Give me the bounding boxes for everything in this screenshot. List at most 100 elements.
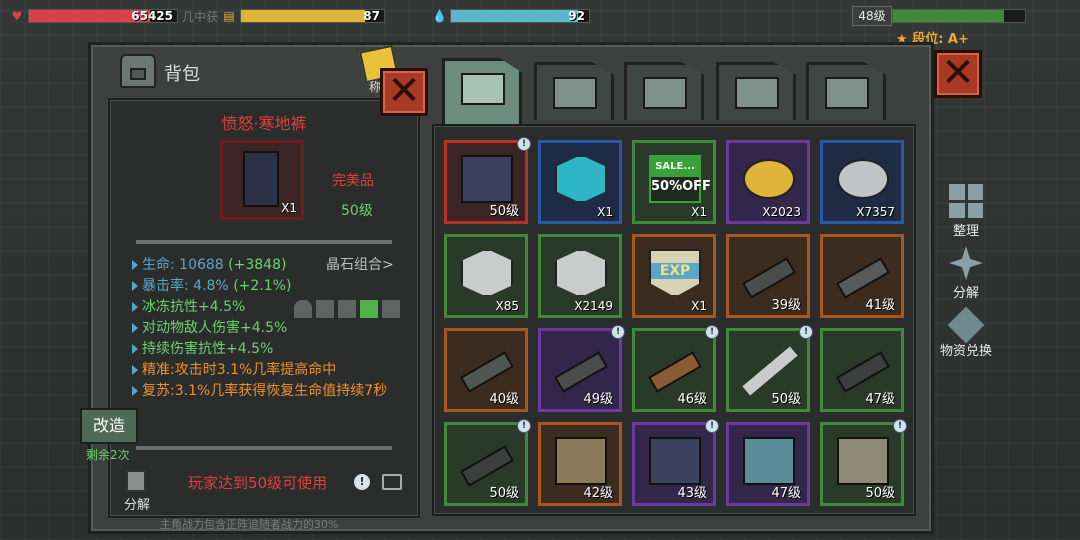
tab-weapons[interactable] <box>716 62 796 120</box>
level-requirement: 玩家达到50级可使用 <box>188 474 328 492</box>
slot-label: 50级 <box>865 486 895 501</box>
slot-label: 43级 <box>677 486 707 501</box>
bullet-icon <box>132 260 138 270</box>
backpack-icon <box>461 73 505 105</box>
slot-label: 47级 <box>771 486 801 501</box>
gun-icon <box>735 77 779 109</box>
inventory-slot[interactable]: 47级 <box>820 328 904 412</box>
sale-coupon-icon: SALE... 50%OFF <box>649 155 711 203</box>
bullet-icon <box>132 386 138 396</box>
inventory-slot[interactable]: X85 <box>444 234 528 318</box>
stat-row: 复苏:3.1%几率获得恢复生命值持续7秒 <box>132 380 387 400</box>
inventory-slot[interactable]: EXP X1 <box>632 234 716 318</box>
hp-label-fragment: 几中获 <box>182 9 219 24</box>
sort-button[interactable]: 整理 <box>936 184 996 239</box>
decompose-button[interactable]: 分解 <box>936 246 996 301</box>
slot-label: 50级 <box>489 204 519 219</box>
stat-row: 持续伤害抗性+4.5% <box>132 338 273 358</box>
unlock-icon[interactable] <box>382 474 402 490</box>
ak-rifle-icon <box>647 351 703 393</box>
stat-label: 冰冻抗性+4.5% <box>142 299 246 315</box>
inventory-slot[interactable]: 50级! <box>726 325 813 412</box>
crossbow-icon <box>741 257 797 299</box>
stats-divider-top <box>136 240 392 244</box>
tab-medical[interactable] <box>534 62 614 120</box>
stat-row: 对动物敌人伤害+4.5% <box>132 317 287 337</box>
rifle-icon <box>459 351 515 393</box>
eagle-badge-icon <box>461 249 513 297</box>
food-fill <box>241 10 366 22</box>
inventory-slot[interactable]: X2023 <box>726 140 810 224</box>
exchange-label: 物资兑换 <box>939 344 992 359</box>
tab-backpack[interactable] <box>442 58 522 124</box>
slot-label: 40级 <box>489 392 519 407</box>
bullet-icon <box>132 302 138 312</box>
slot-label: 39级 <box>771 298 801 313</box>
heart-icon: ♥ <box>11 9 23 23</box>
trash-icon[interactable] <box>126 470 146 492</box>
new-badge-icon: ! <box>517 419 531 433</box>
sort-label: 整理 <box>952 224 979 239</box>
set-pieces <box>294 300 404 322</box>
stat-row: 冰冻抗性+4.5% <box>132 296 245 316</box>
panel-close-button[interactable]: ✕ <box>934 50 982 98</box>
exchange-button[interactable]: 物资兑换 <box>936 306 996 359</box>
decompose-side-label: 分解 <box>952 286 979 301</box>
info-icon[interactable]: ! <box>354 474 370 490</box>
item-name: 愤怒·寒地裤 <box>221 114 307 133</box>
remodel-button[interactable]: 改造 <box>80 408 138 444</box>
discount-label: 50%OFF <box>651 179 711 194</box>
water-bar: 💧 92 <box>432 6 590 26</box>
inventory-slot[interactable]: SALE... 50%OFF X1 <box>632 140 716 224</box>
tab-food[interactable] <box>624 62 704 120</box>
stat-value: 4.8% <box>193 278 229 294</box>
new-badge-icon: ! <box>517 137 531 151</box>
stat-bonus: (+2.1%) <box>228 278 292 294</box>
gold-coin-icon <box>743 159 795 199</box>
inventory-slot[interactable]: 50级! <box>444 419 531 506</box>
inventory-slot[interactable]: 46级! <box>632 325 719 412</box>
flashlight-gun-icon <box>835 351 891 393</box>
crossbow-icon <box>553 351 609 393</box>
water-value: 92 <box>568 9 585 23</box>
stat-label: 暴击率: <box>142 278 194 294</box>
vest-icon <box>338 300 356 318</box>
inventory-slot[interactable]: 43级! <box>632 419 719 506</box>
inventory-slot[interactable]: 50级! <box>444 137 531 224</box>
slot-label: X1 <box>691 205 707 219</box>
detail-close-button[interactable]: ✕ <box>380 68 428 116</box>
gem-combo-link[interactable]: 晶石组合> <box>326 254 394 274</box>
stat-label: 生命: <box>142 257 180 273</box>
stat-row: 精准:攻击时3.1%几率提高命中 <box>132 359 336 379</box>
inventory-slot[interactable]: 50级! <box>820 419 907 506</box>
boots-icon <box>555 437 607 485</box>
exp-badge-icon: EXP <box>649 249 701 297</box>
inventory-slot[interactable]: 42级 <box>538 422 622 506</box>
exchange-icon <box>947 306 985 344</box>
inventory-slot[interactable]: 49级! <box>538 325 625 412</box>
decompose-label[interactable]: 分解 <box>124 494 150 513</box>
new-badge-icon: ! <box>611 325 625 339</box>
item-count: X1 <box>281 201 297 215</box>
water-drop-icon: 💧 <box>432 9 447 23</box>
new-badge-icon: ! <box>799 325 813 339</box>
inventory-slot[interactable]: 47级 <box>726 422 810 506</box>
jacket-icon <box>316 300 334 318</box>
helmet-icon <box>294 300 312 318</box>
slot-label: 49级 <box>583 392 613 407</box>
inventory-slot[interactable]: 40级 <box>444 328 528 412</box>
food-value: 87 <box>363 9 380 23</box>
wrench-icon <box>825 77 869 109</box>
medkit-icon <box>553 77 597 109</box>
sort-icon <box>949 184 983 218</box>
water-fill <box>451 10 578 22</box>
inventory-slot[interactable]: X2149 <box>538 234 622 318</box>
slot-label: 50级 <box>489 486 519 501</box>
stat-label: 复苏:3.1%几率获得恢复生命值持续7秒 <box>142 383 388 399</box>
inventory-slot[interactable]: 41级 <box>820 234 904 318</box>
pants-icon <box>461 155 513 203</box>
tab-materials[interactable] <box>806 62 886 120</box>
inventory-slot[interactable]: 39级 <box>726 234 810 318</box>
inventory-slot[interactable]: X7357 <box>820 140 904 224</box>
inventory-slot[interactable]: X1 <box>538 140 622 224</box>
